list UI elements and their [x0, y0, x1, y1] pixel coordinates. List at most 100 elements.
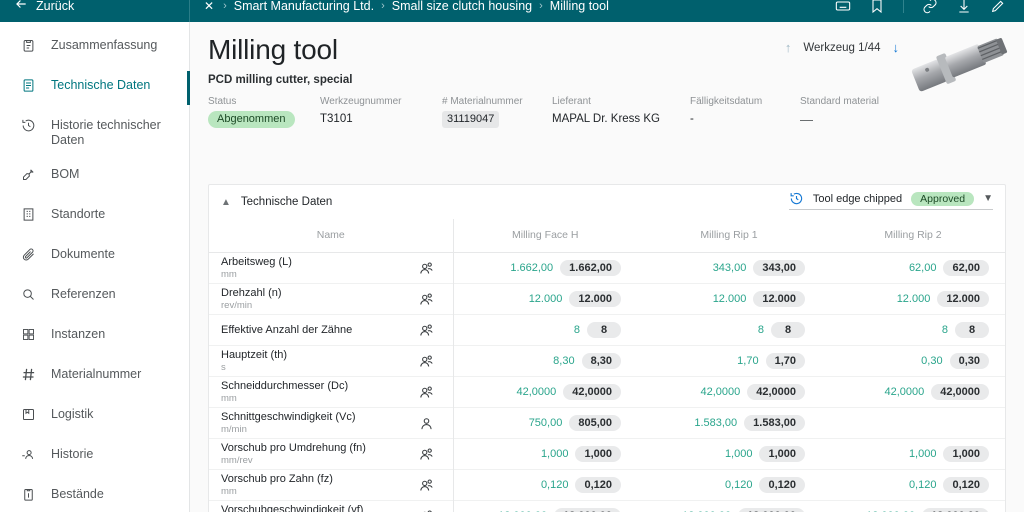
user-history-icon	[20, 446, 37, 463]
value-chip[interactable]: 1.583,00	[744, 415, 805, 431]
caret-up-icon[interactable]: ▲	[221, 197, 231, 208]
value-reference: 0,120	[724, 479, 753, 491]
tool-pager: ↑ Werkzeug 1/44 ↓	[785, 40, 899, 55]
restore-history-icon[interactable]	[789, 191, 804, 206]
value-chip[interactable]: 12.000	[753, 291, 805, 307]
table-row: Vorschub pro Zahn (fz) mm 0,120 0,120 0,120 0…	[209, 469, 1005, 501]
sidebar-item-materialnummer[interactable]: Materialnummer	[0, 357, 189, 397]
row-parameter-name: Vorschub pro Umdrehung (fn)	[221, 441, 366, 454]
page-subtitle: PCD milling cutter, special	[208, 74, 353, 86]
value-chip[interactable]: 12.000	[569, 291, 621, 307]
value-chip[interactable]: 12.000,00	[738, 508, 805, 512]
sidebar: Zusammenfassung Technische Daten Histori…	[0, 22, 190, 512]
close-icon[interactable]: ✕	[204, 0, 214, 13]
meta-value: -	[690, 113, 694, 125]
people-icon[interactable]	[418, 353, 435, 370]
value-cell: 1,000 1,000	[821, 438, 1005, 470]
value-reference: 8	[941, 324, 948, 336]
version-status-badge: Approved	[911, 191, 975, 206]
sidebar-item-label: Dokumente	[51, 247, 115, 261]
top-bar-actions	[835, 0, 1024, 14]
metadata-row: Status Abgenommen Werkzeugnummer T3101 #…	[208, 95, 1006, 128]
value-chip[interactable]: 42,0000	[563, 384, 621, 400]
sidebar-item-logistik[interactable]: Logistik	[0, 397, 189, 437]
sidebar-item-bestaende[interactable]: Bestände	[0, 477, 189, 512]
value-reference: 62,00	[908, 262, 937, 274]
sidebar-item-technische-daten[interactable]: Technische Daten	[0, 68, 190, 108]
meta-werkzeugnummer: Werkzeugnummer T3101	[320, 95, 420, 128]
breadcrumb-item-2[interactable]: Milling tool	[550, 0, 609, 13]
link-icon[interactable]	[922, 0, 938, 14]
arrow-up-icon[interactable]: ↑	[785, 40, 792, 55]
sidebar-item-bom[interactable]: BOM	[0, 157, 189, 197]
sidebar-item-label: BOM	[51, 167, 80, 181]
arrow-down-icon[interactable]: ↓	[893, 40, 900, 55]
back-button[interactable]: Zurück	[0, 0, 190, 22]
sidebar-item-zusammenfassung[interactable]: Zusammenfassung	[0, 28, 189, 68]
sidebar-item-instanzen[interactable]: Instanzen	[0, 317, 189, 357]
value-chip[interactable]: 805,00	[569, 415, 621, 431]
table-row: Vorschubgeschwindigkeit (vf)mm/min12.000…	[209, 500, 1005, 512]
value-reference: 1,000	[908, 448, 937, 460]
meta-label: Fälligkeitsdatum	[690, 96, 763, 107]
value-chip[interactable]: 0,120	[575, 477, 621, 493]
row-parameter-name: Vorschubgeschwindigkeit (vf)	[221, 503, 364, 512]
tool-pager-label: Werkzeug 1/44	[803, 41, 881, 54]
value-cell: 42,0000 42,0000	[821, 376, 1005, 408]
people-icon[interactable]	[418, 260, 435, 277]
people-icon[interactable]	[418, 508, 435, 512]
value-cell: 0,120 0,120	[637, 469, 821, 501]
value-chip[interactable]: 62,00	[943, 260, 989, 276]
people-icon[interactable]	[418, 477, 435, 494]
value-chip[interactable]: 8	[955, 322, 989, 338]
value-chip[interactable]: 1,70	[765, 353, 805, 369]
sidebar-item-label: Historie	[51, 447, 94, 461]
document-list-icon	[20, 77, 37, 94]
breadcrumb: ✕ › Smart Manufacturing Ltd. › Small siz…	[190, 0, 835, 13]
value-chip[interactable]: 1,000	[759, 446, 805, 462]
breadcrumb-separator: ›	[223, 0, 227, 12]
edit-icon[interactable]	[990, 0, 1006, 14]
keyboard-icon[interactable]	[835, 0, 851, 14]
page-header: Milling tool PCD milling cutter, special…	[190, 22, 1024, 128]
breadcrumb-item-1[interactable]: Small size clutch housing	[392, 0, 532, 13]
value-chip[interactable]: 0,30	[949, 353, 989, 369]
people-icon[interactable]	[418, 446, 435, 463]
people-icon[interactable]	[418, 322, 435, 339]
sidebar-item-referenzen[interactable]: Referenzen	[0, 277, 189, 317]
meta-value: MAPAL Dr. Kress KG	[552, 113, 660, 125]
chevron-down-icon[interactable]: ▼	[983, 193, 993, 204]
people-icon[interactable]	[418, 291, 435, 308]
sidebar-item-dokumente[interactable]: Dokumente	[0, 237, 189, 277]
value-chip[interactable]: 1.662,00	[560, 260, 621, 276]
download-icon[interactable]	[956, 0, 972, 14]
bookmark-icon[interactable]	[869, 0, 885, 14]
value-chip[interactable]: 42,0000	[747, 384, 805, 400]
row-name-cell: Vorschub pro Zahn (fz) mm	[209, 469, 454, 501]
sidebar-item-historie-technischer-daten[interactable]: Historie technischer Daten	[0, 108, 189, 157]
breadcrumb-item-0[interactable]: Smart Manufacturing Ltd.	[234, 0, 374, 13]
value-chip[interactable]: 42,0000	[931, 384, 989, 400]
value-chip[interactable]: 1,000	[575, 446, 621, 462]
value-chip[interactable]: 8,30	[581, 353, 621, 369]
value-chip[interactable]: 12.000,00	[554, 508, 621, 512]
person-icon[interactable]	[418, 415, 435, 432]
value-chip[interactable]: 1,000	[943, 446, 989, 462]
value-chip[interactable]: 8	[771, 322, 805, 338]
value-chip[interactable]: 12.000	[937, 291, 989, 307]
sidebar-item-label: Technische Daten	[51, 78, 151, 92]
logistics-box-icon	[20, 406, 37, 423]
value-chip[interactable]: 8	[587, 322, 621, 338]
value-chip[interactable]: 0,120	[943, 477, 989, 493]
sidebar-item-historie[interactable]: Historie	[0, 437, 189, 477]
people-icon[interactable]	[418, 384, 435, 401]
value-chip[interactable]: 0,120	[759, 477, 805, 493]
value-chip[interactable]: 12.000,00	[922, 508, 989, 512]
value-cell: 343,00 343,00	[637, 252, 821, 284]
value-chip[interactable]: 343,00	[753, 260, 805, 276]
version-selector[interactable]: Tool edge chipped Approved ▼	[788, 191, 993, 210]
sidebar-item-standorte[interactable]: Standorte	[0, 197, 189, 237]
value-reference: 1,70	[737, 355, 759, 367]
app-root: Zurück ✕ › Smart Manufacturing Ltd. › Sm…	[0, 0, 1024, 512]
value-reference: 750,00	[528, 417, 563, 429]
